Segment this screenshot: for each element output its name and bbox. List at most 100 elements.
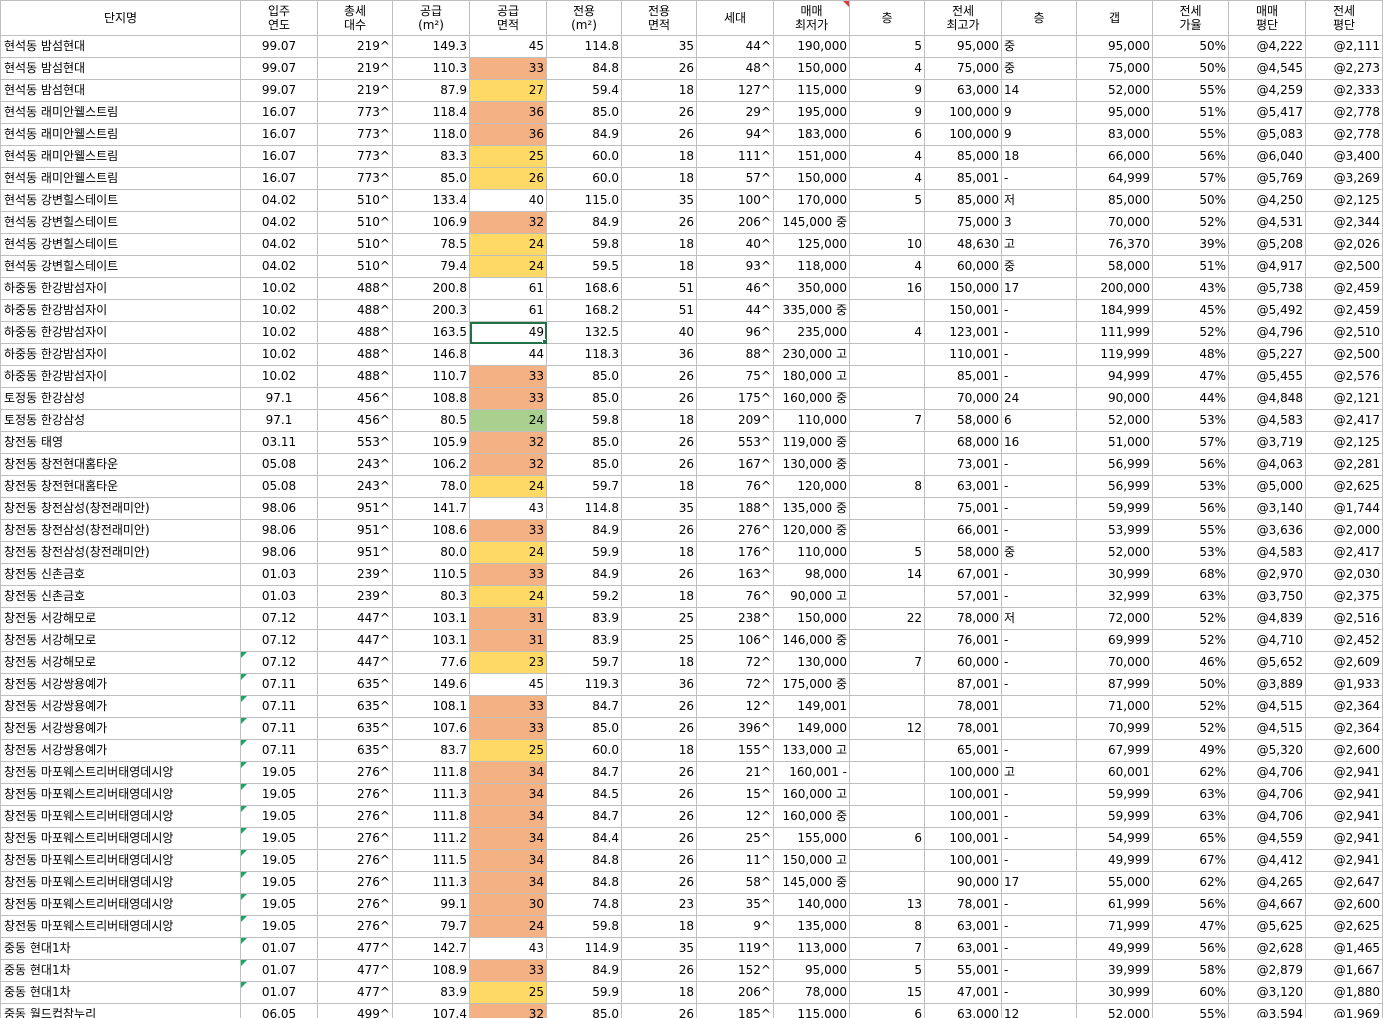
cell-sale_min[interactable]: 120,000 (773, 475, 850, 498)
cell-units[interactable]: 510^ (317, 211, 393, 234)
cell-floor2[interactable]: 12 (1001, 1003, 1077, 1018)
cell-hh[interactable]: 152^ (696, 959, 774, 982)
cell-gap[interactable]: 87,999 (1076, 673, 1153, 696)
cell-rent_rate[interactable]: 53% (1152, 409, 1229, 432)
cell-year[interactable]: 16.07 (240, 145, 318, 168)
cell-sale_min[interactable]: 145,000 중 (773, 211, 850, 234)
cell-supply_py[interactable]: 24 (469, 233, 547, 256)
cell-excl[interactable]: 84.4 (546, 827, 622, 850)
cell-hh[interactable]: 167^ (696, 453, 774, 476)
cell-sale_min[interactable]: 110,000 (773, 541, 850, 564)
cell-floor2[interactable]: 14 (1001, 79, 1077, 102)
cell-name[interactable]: 현석동 래미안웰스트림 (0, 101, 241, 124)
cell-supply_py[interactable]: 32 (469, 431, 547, 454)
cell-floor1[interactable] (849, 497, 925, 520)
cell-excl[interactable]: 74.8 (546, 893, 622, 916)
cell-floor1[interactable]: 10 (849, 233, 925, 256)
cell-supply_py[interactable]: 24 (469, 475, 547, 498)
cell-rent_max[interactable]: 63,001 (924, 915, 1002, 938)
cell-rent_max[interactable]: 58,000 (924, 541, 1002, 564)
cell-rent_pp[interactable]: @2,459 (1305, 277, 1383, 300)
cell-sale_min[interactable]: 155,000 (773, 827, 850, 850)
cell-units[interactable]: 488^ (317, 299, 393, 322)
cell-supply[interactable]: 79.4 (392, 255, 470, 278)
cell-sale_min[interactable]: 98,000 (773, 563, 850, 586)
cell-units[interactable]: 219^ (317, 35, 393, 58)
cell-gap[interactable]: 76,370 (1076, 233, 1153, 256)
cell-rent_pp[interactable]: @2,516 (1305, 607, 1383, 630)
cell-floor1[interactable]: 4 (849, 167, 925, 190)
cell-floor1[interactable] (849, 585, 925, 608)
cell-year[interactable]: 07.11 (240, 739, 318, 762)
cell-excl_py[interactable]: 26 (621, 849, 697, 872)
cell-sale_min[interactable]: 190,000 (773, 35, 850, 58)
cell-rent_max[interactable]: 78,000 (924, 607, 1002, 630)
cell-units[interactable]: 773^ (317, 101, 393, 124)
cell-sale_pp[interactable]: @3,594 (1228, 1003, 1306, 1018)
cell-year[interactable]: 05.08 (240, 453, 318, 476)
cell-rent_pp[interactable]: @2,510 (1305, 321, 1383, 344)
cell-supply[interactable]: 118.4 (392, 101, 470, 124)
cell-floor2[interactable]: 6 (1001, 409, 1077, 432)
cell-supply_py[interactable]: 25 (469, 739, 547, 762)
cell-excl_py[interactable]: 51 (621, 277, 697, 300)
cell-sale_min[interactable]: 113,000 (773, 937, 850, 960)
cell-units[interactable]: 276^ (317, 761, 393, 784)
cell-supply[interactable]: 107.6 (392, 717, 470, 740)
cell-sale_pp[interactable]: @4,063 (1228, 453, 1306, 476)
cell-floor2[interactable]: - (1001, 299, 1077, 322)
cell-rent_max[interactable]: 85,000 (924, 145, 1002, 168)
cell-sale_pp[interactable]: @4,515 (1228, 695, 1306, 718)
cell-rent_rate[interactable]: 47% (1152, 365, 1229, 388)
cell-rent_pp[interactable]: @2,459 (1305, 299, 1383, 322)
cell-rent_rate[interactable]: 62% (1152, 761, 1229, 784)
cell-excl[interactable]: 59.4 (546, 79, 622, 102)
cell-units[interactable]: 773^ (317, 145, 393, 168)
cell-rent_pp[interactable]: @3,400 (1305, 145, 1383, 168)
cell-floor2[interactable]: - (1001, 673, 1077, 696)
cell-rent_pp[interactable]: @2,625 (1305, 915, 1383, 938)
cell-floor2[interactable]: - (1001, 849, 1077, 872)
cell-rent_rate[interactable]: 67% (1152, 849, 1229, 872)
cell-supply[interactable]: 103.1 (392, 629, 470, 652)
cell-excl[interactable]: 83.9 (546, 607, 622, 630)
cell-gap[interactable]: 64,999 (1076, 167, 1153, 190)
cell-supply[interactable]: 110.5 (392, 563, 470, 586)
cell-units[interactable]: 239^ (317, 563, 393, 586)
cell-hh[interactable]: 76^ (696, 585, 774, 608)
cell-sale_pp[interactable]: @5,417 (1228, 101, 1306, 124)
cell-year[interactable]: 04.02 (240, 233, 318, 256)
cell-gap[interactable]: 52,000 (1076, 409, 1153, 432)
cell-floor2[interactable]: - (1001, 453, 1077, 476)
column-header-floor2[interactable]: 층 (1001, 0, 1077, 36)
cell-gap[interactable]: 56,999 (1076, 453, 1153, 476)
cell-sale_pp[interactable]: @4,259 (1228, 79, 1306, 102)
cell-sale_pp[interactable]: @4,706 (1228, 783, 1306, 806)
cell-floor2[interactable]: - (1001, 365, 1077, 388)
cell-supply[interactable]: 99.1 (392, 893, 470, 916)
cell-hh[interactable]: 276^ (696, 519, 774, 542)
cell-excl_py[interactable]: 35 (621, 497, 697, 520)
cell-name[interactable]: 창전동 서강해모로 (0, 607, 241, 630)
cell-rent_pp[interactable]: @2,026 (1305, 233, 1383, 256)
cell-rent_max[interactable]: 60,000 (924, 651, 1002, 674)
cell-excl_py[interactable]: 51 (621, 299, 697, 322)
cell-sale_min[interactable]: 130,000 중 (773, 453, 850, 476)
cell-units[interactable]: 951^ (317, 541, 393, 564)
cell-rent_pp[interactable]: @2,000 (1305, 519, 1383, 542)
cell-rent_max[interactable]: 123,001 (924, 321, 1002, 344)
cell-gap[interactable]: 83,000 (1076, 123, 1153, 146)
cell-supply[interactable]: 80.3 (392, 585, 470, 608)
column-header-sale_min[interactable]: 매매 최저가 (773, 0, 850, 36)
cell-rent_rate[interactable]: 49% (1152, 739, 1229, 762)
cell-sale_pp[interactable]: @4,545 (1228, 57, 1306, 80)
cell-units[interactable]: 488^ (317, 365, 393, 388)
cell-year[interactable]: 06.05 (240, 1003, 318, 1018)
cell-excl[interactable]: 85.0 (546, 431, 622, 454)
cell-hh[interactable]: 40^ (696, 233, 774, 256)
cell-rent_pp[interactable]: @2,941 (1305, 761, 1383, 784)
cell-gap[interactable]: 39,999 (1076, 959, 1153, 982)
cell-floor1[interactable] (849, 343, 925, 366)
cell-sale_min[interactable]: 78,000 (773, 981, 850, 1004)
cell-floor1[interactable] (849, 387, 925, 410)
